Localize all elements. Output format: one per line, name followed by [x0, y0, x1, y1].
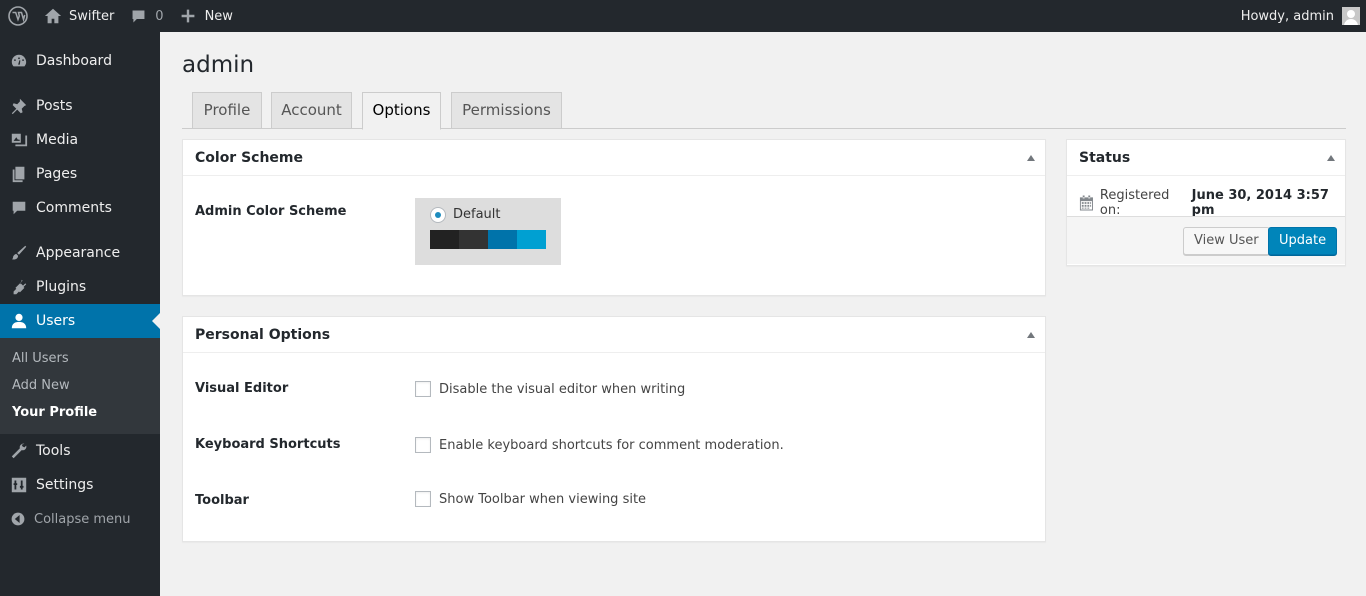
- profile-tabs: Profile Account Options Permissions: [182, 92, 1346, 130]
- visual-editor-option[interactable]: Disable the visual editor when writing: [415, 381, 685, 397]
- menu-label: Plugins: [36, 279, 87, 295]
- tab-permissions[interactable]: Permissions: [451, 92, 562, 129]
- menu-label: Appearance: [36, 245, 121, 261]
- visual-editor-label: Visual Editor: [195, 381, 289, 396]
- site-name-link[interactable]: Swifter: [36, 0, 122, 32]
- tab-account[interactable]: Account: [271, 92, 352, 129]
- color-swatch: [430, 230, 459, 249]
- menu-pages[interactable]: Pages: [0, 157, 160, 191]
- checkbox-label: Enable keyboard shortcuts for comment mo…: [439, 437, 784, 453]
- menu-comments[interactable]: Comments: [0, 191, 160, 225]
- menu-label: Settings: [36, 477, 94, 493]
- tab-options[interactable]: Options: [362, 92, 441, 130]
- collapse-menu-button[interactable]: Collapse menu: [0, 502, 160, 536]
- menu-label: Posts: [36, 98, 73, 114]
- color-scheme-box: Color Scheme Admin Color Scheme Default: [182, 139, 1046, 296]
- menu-tools[interactable]: Tools: [0, 434, 160, 468]
- box-title: Color Scheme: [195, 149, 304, 166]
- submenu-your-profile[interactable]: Your Profile: [0, 399, 160, 426]
- color-scheme-option[interactable]: Default: [415, 198, 561, 265]
- box-title: Status: [1079, 149, 1131, 166]
- user-icon: [11, 313, 27, 329]
- new-content-link[interactable]: New: [172, 0, 241, 32]
- status-actions: View User Update: [1067, 216, 1345, 264]
- collapse-label: Collapse menu: [34, 511, 131, 527]
- status-header[interactable]: Status: [1067, 140, 1345, 176]
- submenu-all-users[interactable]: All Users: [0, 345, 160, 372]
- toolbar-option[interactable]: Show Toolbar when viewing site: [415, 491, 646, 507]
- toggle-arrow-icon[interactable]: [1027, 332, 1035, 338]
- menu-users[interactable]: Users: [0, 304, 160, 338]
- submenu-add-new[interactable]: Add New: [0, 372, 160, 399]
- menu-label: Pages: [36, 166, 78, 182]
- toolbar-label: Toolbar: [195, 493, 249, 508]
- scheme-radio[interactable]: [430, 207, 446, 223]
- menu-label: Media: [36, 132, 79, 148]
- menu-label: Dashboard: [36, 53, 112, 69]
- keyboard-shortcuts-checkbox[interactable]: [415, 437, 431, 453]
- home-icon: [44, 8, 62, 24]
- box-title: Personal Options: [195, 326, 331, 343]
- view-user-button[interactable]: View User: [1183, 227, 1270, 255]
- color-swatch: [488, 230, 517, 249]
- personal-options-header[interactable]: Personal Options: [183, 317, 1045, 353]
- tab-profile[interactable]: Profile: [192, 92, 262, 129]
- pages-icon: [12, 166, 25, 183]
- menu-label: Users: [36, 313, 76, 329]
- color-swatch: [517, 230, 546, 249]
- menu-appearance[interactable]: Appearance: [0, 236, 160, 270]
- avatar: [1342, 7, 1360, 25]
- color-swatch: [459, 230, 488, 249]
- menu-label: Tools: [36, 443, 71, 459]
- my-account-link[interactable]: Howdy, admin: [1233, 0, 1366, 32]
- calendar-icon: [1079, 195, 1093, 211]
- menu-plugins[interactable]: Plugins: [0, 270, 160, 304]
- admin-menu: Dashboard Posts Media Pages Comments App…: [0, 32, 160, 596]
- wrench-icon: [11, 443, 27, 459]
- field-label: Admin Color Scheme: [195, 204, 347, 219]
- color-swatches: [430, 230, 546, 249]
- menu-media[interactable]: Media: [0, 123, 160, 157]
- media-icon: [11, 133, 28, 147]
- comment-icon: [12, 201, 26, 215]
- visual-editor-checkbox[interactable]: [415, 381, 431, 397]
- registered-label: Registered on:: [1099, 188, 1170, 218]
- color-scheme-header[interactable]: Color Scheme: [183, 140, 1045, 176]
- menu-label: Comments: [36, 200, 112, 216]
- plus-icon: [181, 9, 194, 23]
- registered-info: Registered on: June 30, 2014 3:57 pm: [1079, 188, 1345, 218]
- new-label: New: [204, 8, 233, 24]
- dashboard-icon: [11, 54, 27, 67]
- settings-icon: [11, 477, 27, 493]
- brush-icon: [11, 245, 27, 260]
- page-title: admin: [182, 52, 255, 78]
- status-box: Status Registered on: June 30, 2014 3:57…: [1066, 139, 1346, 266]
- menu-posts[interactable]: Posts: [0, 89, 160, 123]
- toggle-arrow-icon[interactable]: [1027, 155, 1035, 161]
- wordpress-logo-icon: [8, 6, 28, 26]
- collapse-arrow-icon: [11, 512, 25, 526]
- checkbox-label: Disable the visual editor when writing: [439, 381, 686, 397]
- comments-link[interactable]: 0: [122, 0, 171, 32]
- admin-bar: Swifter 0 New Howdy, admin: [0, 0, 1366, 32]
- scheme-name: Default: [453, 207, 501, 222]
- pin-icon: [11, 98, 27, 115]
- comment-icon: [132, 10, 145, 22]
- update-button[interactable]: Update: [1268, 227, 1338, 255]
- keyboard-shortcuts-label: Keyboard Shortcuts: [195, 437, 341, 452]
- toolbar-checkbox[interactable]: [415, 491, 431, 507]
- howdy-text: Howdy, admin: [1240, 8, 1334, 24]
- checkbox-label: Show Toolbar when viewing site: [439, 491, 647, 507]
- comments-count: 0: [155, 8, 164, 24]
- toggle-arrow-icon[interactable]: [1327, 155, 1335, 161]
- menu-dashboard[interactable]: Dashboard: [0, 44, 160, 78]
- plug-icon: [13, 279, 27, 295]
- keyboard-shortcuts-option[interactable]: Enable keyboard shortcuts for comment mo…: [415, 437, 784, 453]
- personal-options-box: Personal Options Visual Editor Disable t…: [182, 316, 1046, 542]
- wordpress-logo-button[interactable]: [0, 0, 36, 32]
- menu-settings[interactable]: Settings: [0, 468, 160, 502]
- site-name: Swifter: [69, 8, 115, 24]
- users-submenu: All Users Add New Your Profile: [0, 338, 160, 434]
- registered-date: June 30, 2014 3:57 pm: [1191, 188, 1329, 218]
